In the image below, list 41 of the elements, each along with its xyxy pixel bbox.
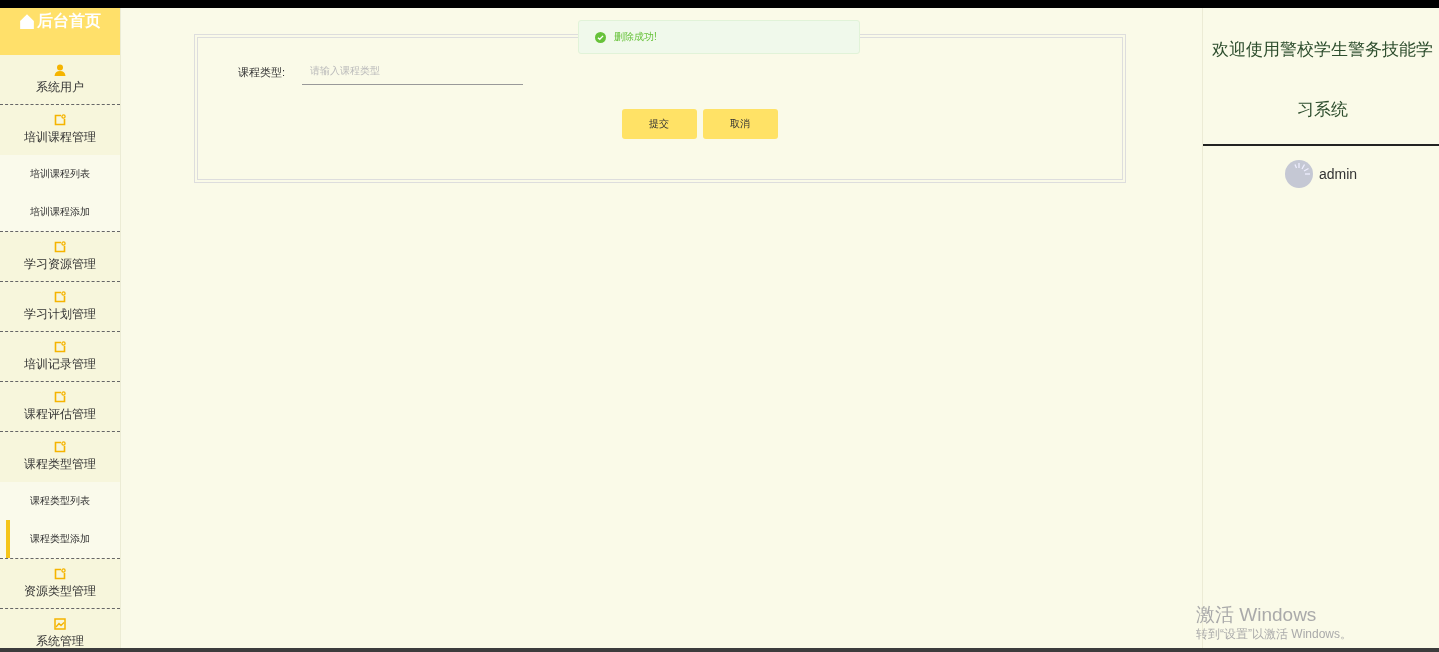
submenu-item[interactable]: 课程类型添加 [6,520,110,558]
menu-item[interactable]: 资源类型管理 [0,559,120,609]
edit-icon [54,441,66,453]
activation-hint: 转到“设置”以激活 Windows。 [1196,626,1352,642]
submenu-item[interactable]: 培训课程添加 [6,193,110,231]
menu-item[interactable]: 学习计划管理 [0,282,120,332]
menu-item[interactable]: 课程类型管理 [0,432,120,482]
menu-label: 系统管理 [36,632,84,648]
edit-icon [54,240,66,253]
house-icon [19,13,35,29]
submenu-item[interactable]: 课程类型列表 [6,482,110,520]
field-label: 课程类型: [238,64,286,80]
edit-icon [54,390,66,403]
menu-item[interactable]: 培训课程管理 [0,105,120,155]
activation-title: 激活 Windows [1196,604,1318,626]
form-button[interactable]: 提交 [621,109,697,139]
image-icon [54,617,66,630]
menu-item[interactable]: 学习资源管理 [0,232,120,282]
edit-icon [54,114,66,126]
menu-label: 培训记录管理 [24,355,96,373]
avatar-icon [1284,160,1313,188]
welcome-title: 欢迎使用警校学生警务技能学习系统 [1211,39,1434,121]
menu-item[interactable]: 系统用户 [0,55,120,105]
submenu-item[interactable]: 培训课程列表 [6,155,110,193]
person-icon [54,63,66,76]
menu-label: 培训课程管理 [24,129,96,146]
menu-label: 课程类型管理 [24,456,96,473]
menu-label: 课程评估管理 [24,405,96,423]
menu-label: 系统用户 [36,78,84,96]
menu-item[interactable]: 培训记录管理 [0,332,120,382]
form-button[interactable]: 取消 [702,109,778,139]
menu-label: 学习计划管理 [24,305,96,323]
user-name[interactable]: admin [1318,166,1358,182]
edit-icon [54,340,66,353]
edit-icon [54,290,66,303]
check-icon [595,31,606,43]
toast-text: 删除成功! [614,30,657,44]
menu-label: 学习资源管理 [24,255,96,273]
menu-item[interactable]: 课程评估管理 [0,382,120,432]
menu-label: 资源类型管理 [24,582,96,600]
edit-icon [54,567,66,580]
